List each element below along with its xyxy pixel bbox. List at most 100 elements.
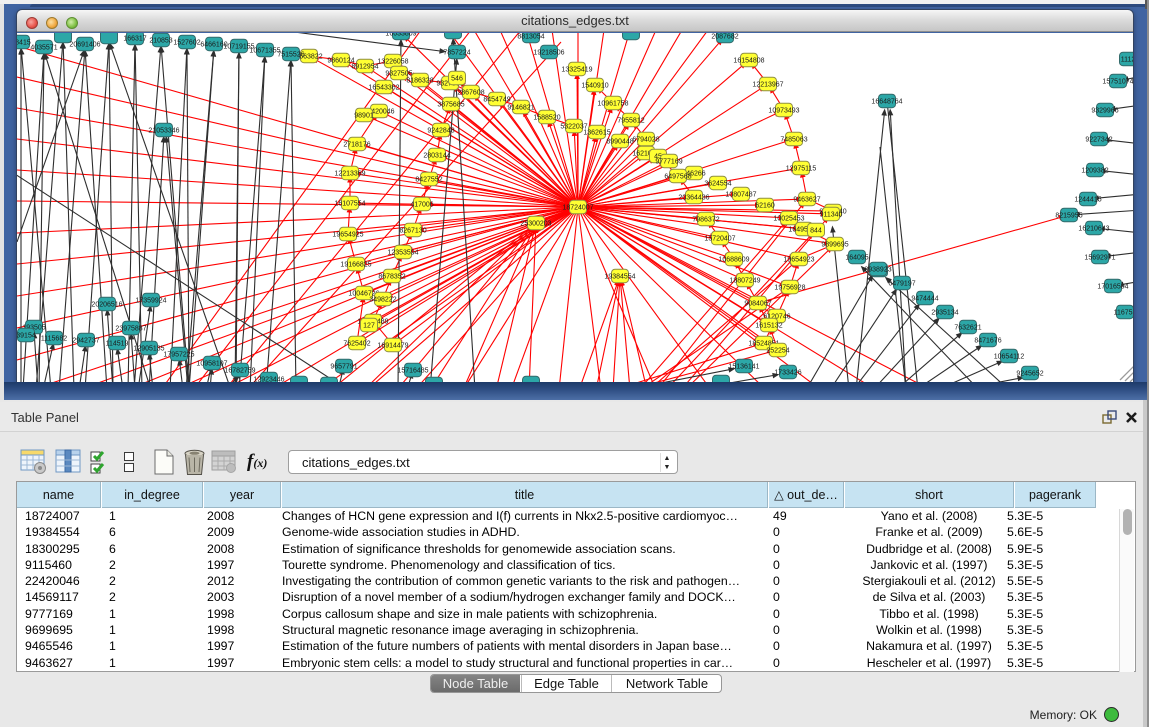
svg-text:98901: 98901 (354, 112, 374, 119)
svg-text:417006: 417006 (410, 201, 433, 208)
svg-text:13226058: 13226058 (377, 58, 408, 65)
svg-text:114519: 114519 (106, 340, 129, 347)
svg-text:62160: 62160 (755, 202, 775, 209)
svg-text:15716485: 15716485 (397, 367, 428, 374)
svg-text:15136141: 15136141 (728, 363, 759, 370)
svg-text:12975115: 12975115 (786, 165, 817, 172)
svg-text:1362615: 1362615 (583, 129, 610, 136)
svg-text:16543362: 16543362 (368, 84, 399, 91)
svg-text:8678352: 8678352 (378, 273, 405, 280)
svg-text:19756928: 19756928 (774, 284, 805, 291)
svg-text:16648764: 16648764 (871, 98, 902, 105)
svg-text:1209382: 1209382 (1081, 167, 1108, 174)
svg-text:844: 844 (810, 227, 822, 234)
svg-text:9227342: 9227342 (1085, 136, 1112, 143)
svg-text:16782759: 16782759 (224, 367, 255, 374)
svg-text:2867608: 2867608 (457, 89, 484, 96)
svg-text:1115682: 1115682 (41, 335, 67, 342)
svg-text:10807487: 10807487 (725, 191, 756, 198)
svg-text:17957225: 17957225 (163, 351, 194, 358)
svg-text:16033809: 16033809 (385, 33, 416, 37)
svg-text:9777169: 9777169 (655, 158, 682, 165)
svg-text:39154: 39154 (17, 332, 36, 339)
svg-text:7632621: 7632621 (954, 324, 981, 331)
svg-text:7515526: 7515526 (277, 51, 304, 58)
svg-text:12213369: 12213369 (334, 170, 365, 177)
svg-text:210853: 210853 (149, 37, 172, 44)
svg-text:21053346: 21053346 (148, 127, 179, 134)
svg-text:116753: 116753 (1114, 309, 1133, 316)
svg-text:15692971: 15692971 (1084, 254, 1115, 261)
svg-text:546: 546 (451, 75, 463, 82)
svg-text:1615132: 1615132 (755, 322, 782, 329)
svg-text:9657791: 9657791 (330, 363, 357, 370)
svg-text:6479197: 6479197 (888, 280, 915, 287)
svg-text:8267130: 8267130 (399, 227, 426, 234)
svg-text:3498222: 3498222 (369, 296, 396, 303)
svg-text:9327505: 9327505 (385, 70, 412, 77)
svg-text:9899695: 9899695 (821, 241, 848, 248)
svg-text:1540910: 1540910 (581, 82, 608, 89)
svg-text:127: 127 (363, 322, 375, 329)
svg-text:164095: 164095 (845, 254, 868, 261)
svg-text:23975887: 23975887 (115, 325, 146, 332)
svg-text:8938923: 8938923 (864, 266, 891, 273)
svg-text:10025453: 10025453 (773, 215, 804, 222)
svg-text:9463627: 9463627 (793, 196, 820, 203)
svg-text:7485063: 7485063 (780, 136, 807, 143)
svg-text:10688609: 10688609 (718, 256, 749, 263)
svg-text:10671355: 10671355 (249, 47, 280, 54)
svg-text:7857224: 7857224 (443, 49, 470, 56)
svg-text:20206516: 20206516 (91, 301, 122, 308)
svg-text:166317: 166317 (123, 35, 146, 42)
svg-text:8912954: 8912954 (351, 63, 378, 70)
svg-text:6497568: 6497568 (664, 173, 691, 180)
svg-text:7955812: 7955812 (617, 117, 644, 124)
svg-text:8454749: 8454749 (483, 96, 510, 103)
svg-text:2942737: 2942737 (72, 337, 99, 344)
svg-text:9474444: 9474444 (911, 295, 938, 302)
svg-text:10958107: 10958107 (196, 360, 227, 367)
svg-text:9242848: 9242848 (427, 127, 454, 134)
svg-text:20691406: 20691406 (69, 41, 100, 48)
svg-text:9146821: 9146821 (507, 104, 534, 111)
svg-text:9084067: 9084067 (744, 300, 771, 307)
svg-text:15720407: 15720407 (704, 235, 735, 242)
svg-text:3875685: 3875685 (437, 101, 464, 108)
svg-text:19384554: 19384554 (604, 273, 635, 280)
svg-text:2935134: 2935134 (931, 309, 958, 316)
svg-text:10654112: 10654112 (994, 353, 1025, 360)
svg-text:7986372: 7986372 (692, 216, 719, 223)
svg-text:18807249: 18807249 (729, 277, 760, 284)
svg-text:12353594: 12353594 (387, 249, 418, 256)
svg-text:911340: 911340 (820, 211, 843, 218)
svg-text:16914479: 16914479 (377, 342, 408, 349)
svg-text:9245652: 9245652 (1016, 370, 1043, 377)
svg-text:20364436: 20364436 (678, 194, 709, 201)
svg-text:2803144: 2803144 (423, 152, 450, 159)
svg-text:9329966: 9329966 (1091, 107, 1118, 114)
svg-text:12905135: 12905135 (133, 345, 164, 352)
svg-text:18415: 18415 (17, 39, 31, 46)
svg-text:252254: 252254 (766, 347, 789, 354)
svg-text:8990448: 8990448 (606, 138, 633, 145)
svg-text:10973493: 10973493 (768, 107, 799, 114)
svg-text:1112: 1112 (1121, 56, 1133, 63)
svg-text:18724007: 18724007 (562, 204, 593, 211)
svg-text:2718176: 2718176 (343, 141, 370, 148)
svg-text:17016504: 17016504 (1097, 283, 1128, 290)
svg-text:19218506: 19218506 (533, 49, 564, 56)
svg-text:25300203: 25300203 (520, 220, 551, 227)
svg-text:6794028: 6794028 (632, 136, 659, 143)
svg-text:1733426: 1733426 (774, 369, 801, 376)
svg-text:8813054: 8813054 (517, 33, 544, 40)
svg-text:8471676: 8471676 (974, 337, 1001, 344)
svg-text:8427552: 8427552 (415, 176, 442, 183)
svg-text:12213967: 12213967 (752, 81, 783, 88)
svg-text:3624554: 3624554 (704, 180, 731, 187)
svg-text:13325419: 13325419 (561, 66, 592, 73)
svg-text:10961758: 10961758 (597, 100, 628, 107)
svg-text:8186328: 8186328 (406, 77, 433, 84)
svg-text:19166825: 19166825 (340, 261, 371, 268)
svg-text:7625402: 7625402 (343, 340, 370, 347)
